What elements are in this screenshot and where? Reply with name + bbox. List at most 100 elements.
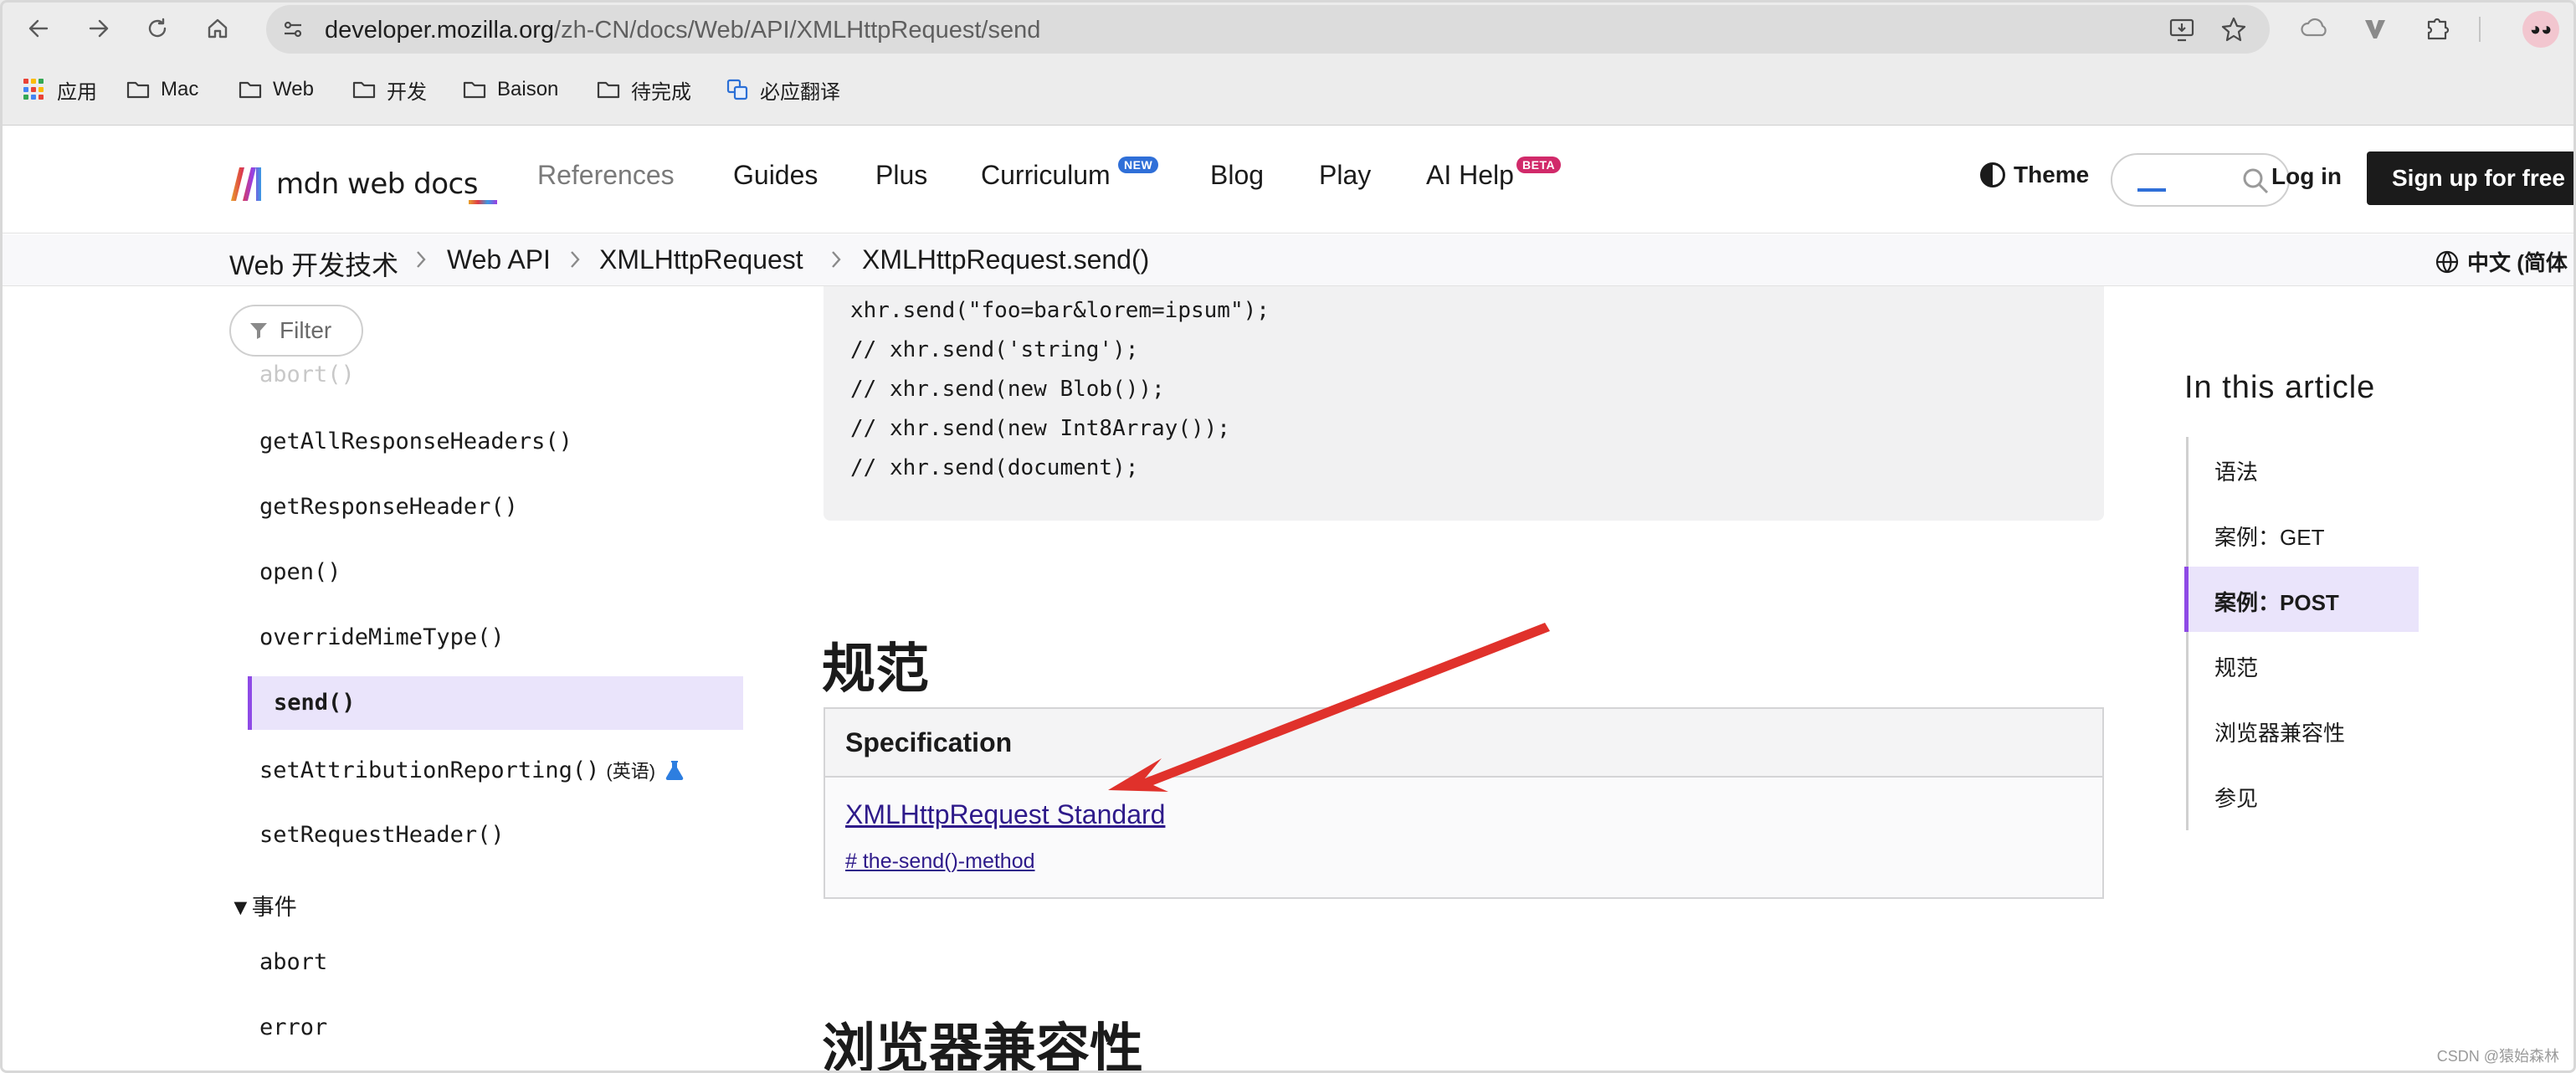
bookmark-apps[interactable]: 应用 [23,74,97,105]
spec-header-label: Specification [845,727,1013,757]
watermark: CSDN @猿始森林 [2436,1048,2559,1065]
back-button[interactable] [20,10,57,47]
login-link[interactable]: Log in [2271,163,2342,190]
breadcrumb-send: XMLHttpRequest.send() [862,244,1150,275]
toc-item-see-also[interactable]: 参见 [2214,782,2258,813]
folder-icon [463,81,486,99]
bookmark-star-icon[interactable] [2219,15,2248,44]
nav-blog[interactable]: Blog [1210,160,1264,191]
breadcrumb-xmlhttprequest[interactable]: XMLHttpRequest [599,244,803,275]
extensions-puzzle-icon[interactable] [2422,13,2452,44]
search-input[interactable] [2111,153,2290,207]
theme-contrast-icon [1980,162,2005,187]
search-icon [2243,168,2269,194]
code-line: // xhr.send(new Int8Array()); [850,416,1230,441]
toc-item-browser-compat[interactable]: 浏览器兼容性 [2214,716,2345,747]
breadcrumb-web-api[interactable]: Web API [447,244,551,275]
forward-button[interactable] [80,10,117,47]
experimental-flask-icon [664,759,685,781]
sidebar-item-label: setAttributionReporting() [259,757,600,783]
code-line: // xhr.send(document); [850,455,1139,480]
sidebar-item-setattributionreporting[interactable]: setAttributionReporting() (英语) [259,757,685,783]
bookmark-folder-mac[interactable]: Mac [126,74,198,105]
toc-item-example-post[interactable]: 案例：POST [2214,586,2339,617]
filter-placeholder: Filter [280,317,332,343]
spec-link-xhr-standard[interactable]: XMLHttpRequest Standard [845,799,1165,830]
sidebar-filter-input[interactable]: Filter [229,305,363,357]
mdn-logo-mark-icon [231,167,261,201]
toc-item-specifications[interactable]: 规范 [2214,651,2258,682]
new-tag: NEW [1118,157,1159,173]
sidebar-item-event-abort[interactable]: abort [259,949,327,975]
beta-tag: BETA [1516,157,1562,173]
sidebar-item-setrequestheader[interactable]: setRequestHeader() [259,822,505,848]
arrow-left-icon [28,19,49,38]
globe-icon [2435,250,2459,273]
browser-toolbar: developer.mozilla.org/zh-CN/docs/Web/API… [0,0,2576,59]
sidebar-item-send-active[interactable]: send() [248,676,743,730]
filter-icon [250,323,267,339]
nav-curriculum[interactable]: Curriculum [981,160,1111,191]
sidebar-item-overridemimetype[interactable]: overrideMimeType() [259,624,505,650]
heading-browser-compat: 浏览器兼容性 [822,1019,1143,1073]
logo-text: mdn web docs [276,167,478,201]
sidebar-item-getallresponseheaders[interactable]: getAllResponseHeaders() [259,429,572,454]
heading-specifications: 规范 [822,639,929,699]
toc-item-syntax[interactable]: 语法 [2214,455,2258,486]
breadcrumb-web-dev[interactable]: Web 开发技术 [229,244,398,283]
reload-icon [148,18,167,38]
code-line: // xhr.send('string'); [850,337,1139,362]
toolbar-divider [2479,17,2481,42]
sidebar-item-getresponseheader[interactable]: getResponseHeader() [259,494,518,520]
nav-guides[interactable]: Guides [733,160,818,191]
apps-grid-icon [23,79,45,100]
code-example: xhr.send("foo=bar&lorem=ipsum"); // xhr.… [824,286,2104,521]
logo-underline [469,200,497,204]
sidebar-item-abort-method[interactable]: abort() [259,362,355,388]
signup-button[interactable]: Sign up for free [2367,151,2576,205]
bookmark-folder-todo[interactable]: 待完成 [596,74,691,105]
bookmark-folder-baison[interactable]: Baison [462,74,558,105]
browser-chrome: developer.mozilla.org/zh-CN/docs/Web/API… [0,0,2576,126]
bookmark-bing-translate[interactable]: 必应翻译 [725,74,840,105]
language-label: 中文 (简体 [2467,250,2568,275]
extension-v-icon[interactable] [2360,13,2390,44]
profile-avatar[interactable]: ◕◕ [2522,11,2559,48]
code-line: xhr.send("foo=bar&lorem=ipsum"); [850,298,1270,323]
language-switcher[interactable]: 中文 (简体 [2434,246,2568,277]
folder-icon [352,81,376,99]
toc-title: In this article [2184,370,2376,405]
sidebar-item-event-error[interactable]: error [259,1014,327,1040]
site-info-icon[interactable] [276,13,310,46]
reload-button[interactable] [139,10,176,47]
mdn-header: mdn web docs References Guides Plus Curr… [0,126,2576,234]
bing-translate-icon [726,79,748,100]
nav-ai-help[interactable]: AI Help [1426,160,1514,191]
home-button[interactable] [199,10,236,47]
url-text: developer.mozilla.org/zh-CN/docs/Web/API… [325,17,1041,44]
folder-icon [126,81,150,99]
bookmark-folder-web[interactable]: Web [238,74,314,105]
folder-icon [597,81,620,99]
code-line: // xhr.send(new Blob()); [850,377,1165,402]
mdn-logo[interactable]: mdn web docs [229,163,478,205]
extension-cloud-icon[interactable] [2300,13,2330,44]
home-icon [208,18,228,39]
spec-anchor-link[interactable]: # the-send()-method [845,850,1035,874]
nav-play[interactable]: Play [1319,160,1371,191]
nav-plus[interactable]: Plus [875,160,927,191]
sidebar-item-open[interactable]: open() [259,559,341,585]
install-app-icon[interactable] [2168,15,2196,44]
breadcrumb: Web 开发技术 Web API XMLHttpRequest XMLHttpR… [0,234,2576,286]
chevron-right-icon [830,249,842,270]
folder-icon [239,81,262,99]
nav-references[interactable]: References [537,160,675,191]
sidebar-group-events[interactable]: ▼事件 [229,889,297,922]
sidebar-item-label: send() [274,690,356,716]
theme-button[interactable]: Theme [1980,162,2089,188]
address-bar[interactable]: developer.mozilla.org/zh-CN/docs/Web/API… [266,5,2270,54]
annotation-arrow [1108,623,1550,792]
toc-item-example-get[interactable]: 案例：GET [2214,521,2324,552]
bookmark-folder-dev[interactable]: 开发 [352,74,427,105]
chevron-right-icon [415,249,427,270]
